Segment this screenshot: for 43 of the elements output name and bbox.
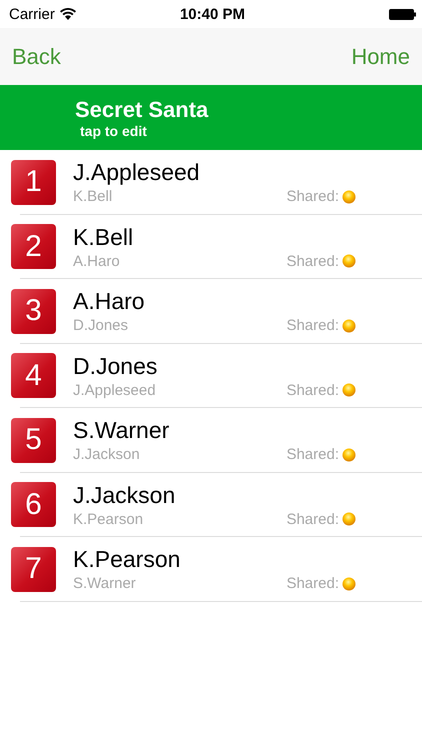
shared-label: Shared: [286, 575, 339, 592]
giver-name: D.Jones [73, 352, 158, 380]
status-dot-icon [342, 448, 356, 462]
number-badge: 3 [11, 288, 56, 334]
shared-label: Shared: [286, 188, 339, 206]
status-dot-icon [342, 576, 356, 591]
home-link[interactable]: Home [351, 44, 410, 70]
giver-name: J.Jackson [73, 482, 176, 509]
back-link[interactable]: Back [12, 44, 61, 70]
number-badge: 5 [11, 418, 56, 463]
number-badge: 7 [11, 546, 56, 592]
shared-label: Shared: [286, 510, 339, 528]
status-dot-icon [342, 254, 356, 268]
giver-name: A.Haro [73, 288, 146, 316]
shared-label: Shared: [286, 252, 339, 270]
recipient-name: A.Haro [73, 252, 120, 270]
giver-name: K.Pearson [73, 546, 182, 574]
status-dot-icon [342, 190, 356, 204]
carrier-label: Carrier [9, 6, 55, 22]
number-badge: 1 [11, 160, 56, 205]
number-badge: 2 [11, 224, 56, 270]
number-badge: 4 [11, 353, 56, 398]
shared-label: Shared: [286, 317, 339, 334]
recipient-name: J.Jackson [73, 446, 140, 464]
edit-hint: tap to edit [80, 122, 148, 138]
status-dot-icon [342, 318, 356, 333]
list-title[interactable]: Secret Santa [75, 96, 422, 122]
wifi-icon [60, 8, 76, 20]
status-dot-icon [342, 383, 356, 398]
recipient-name: D.Jones [73, 317, 128, 334]
battery-icon [388, 8, 416, 20]
giver-name: K.Bell [73, 224, 134, 251]
recipient-name: K.Bell [73, 188, 112, 206]
clock-label: 10:40 PM [180, 6, 246, 22]
recipient-name: K.Pearson [73, 510, 144, 528]
giver-name: J.Appleseed [73, 159, 201, 186]
number-badge: 6 [11, 482, 56, 528]
recipient-name: J.Appleseed [73, 382, 156, 399]
shared-label: Shared: [286, 446, 339, 464]
giver-name: S.Warner [73, 417, 170, 444]
shared-label: Shared: [286, 382, 339, 399]
recipient-name: S.Warner [73, 575, 136, 592]
status-dot-icon [342, 512, 356, 526]
